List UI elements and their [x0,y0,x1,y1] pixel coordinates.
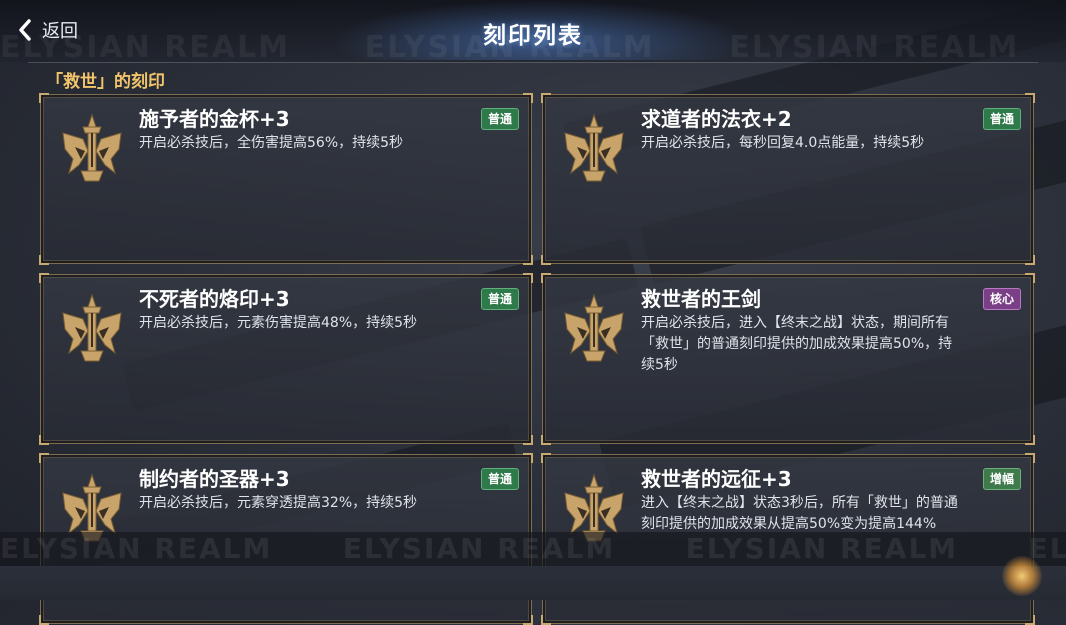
sword-crest-icon [557,111,631,187]
card-corner-ornament [39,453,49,463]
description-line: 开启必杀技后，元素穿透提高32%，持续5秒 [139,495,418,511]
engraving-card[interactable]: 不死者的烙印+3 开启必杀技后，元素伤害提高48%，持续5秒 普通 [39,273,533,445]
card-corner-ornament [1025,453,1035,463]
engraving-card[interactable]: 求道者的法衣+2 开启必杀技后，每秒回复4.0点能量，持续5秒 普通 [541,93,1035,265]
description-line: 开启必杀技后，元素伤害提高48%，持续5秒 [139,315,418,331]
engraving-card[interactable]: 救世者的王剑 开启必杀技后，进入【终末之战】状态，期间所有 「救世」的普通刻印提供的… [541,273,1035,445]
card-corner-ornament [541,453,551,463]
card-corner-ornament [39,435,49,445]
sword-crest-icon [557,291,631,367]
description-line: 进入【终末之战】状态3秒后，所有「救世」的普通 [641,495,958,511]
card-corner-ornament [541,435,551,445]
rarity-badge: 普通 [982,108,1021,130]
engraving-name: 施予者的金杯+3 [139,107,290,131]
engraving-description: 开启必杀技后，元素伤害提高48%，持续5秒 [139,313,509,334]
rarity-badge: 增幅 [982,468,1021,490]
section-title: 「救世」的刻印 [46,72,165,92]
card-corner-ornament [1025,255,1035,265]
description-line: 续5秒 [641,357,678,373]
card-corner-ornament [1025,93,1035,103]
engraving-description: 开启必杀技后，元素穿透提高32%，持续5秒 [139,493,509,514]
rarity-badge: 核心 [982,288,1021,310]
sword-crest-icon [55,291,129,367]
bottom-watermark-strip: ELYSIAN REALM ELYSIAN REALM ELYSIAN REAL… [0,532,1066,566]
description-line: 开启必杀技后，全伤害提高56%，持续5秒 [139,135,404,151]
card-corner-ornament [541,273,551,283]
description-line: 开启必杀技后，每秒回复4.0点能量，持续5秒 [641,135,925,151]
engraving-name: 不死者的烙印+3 [139,287,290,311]
card-corner-ornament [523,273,533,283]
card-corner-ornament [523,453,533,463]
engraving-name: 制约者的圣器+3 [139,467,290,491]
header-divider [28,62,1038,63]
card-corner-ornament [39,93,49,103]
engraving-name: 救世者的远征+3 [641,467,792,491]
card-corner-ornament [523,615,533,625]
engraving-description: 进入【终末之战】状态3秒后，所有「救世」的普通 刻印提供的加成效果从提高50%变为… [641,493,1011,535]
card-corner-ornament [523,93,533,103]
engraving-description: 开启必杀技后，全伤害提高56%，持续5秒 [139,133,509,154]
engraving-name: 救世者的王剑 [641,287,761,311]
engraving-name: 求道者的法衣+2 [641,107,792,131]
card-corner-ornament [39,273,49,283]
card-corner-ornament [523,255,533,265]
description-line: 开启必杀技后，进入【终末之战】状态，期间所有 [641,315,949,331]
engraving-description: 开启必杀技后，进入【终末之战】状态，期间所有 「救世」的普通刻印提供的加成效果提高… [641,313,1011,376]
card-corner-ornament [1025,615,1035,625]
card-corner-ornament [1025,273,1035,283]
engraving-card[interactable]: 施予者的金杯+3 开启必杀技后，全伤害提高56%，持续5秒 普通 [39,93,533,265]
card-corner-ornament [39,615,49,625]
bottom-band [0,566,1066,600]
rarity-badge: 普通 [480,108,519,130]
card-corner-ornament [523,435,533,445]
page-title: 刻印列表 [483,23,583,49]
engraving-description: 开启必杀技后，每秒回复4.0点能量，持续5秒 [641,133,1011,154]
card-corner-ornament [541,93,551,103]
card-corner-ornament [39,255,49,265]
rarity-badge: 普通 [480,468,519,490]
card-corner-ornament [1025,435,1035,445]
rarity-badge: 普通 [480,288,519,310]
sword-crest-icon [55,111,129,187]
card-corner-ornament [541,255,551,265]
watermark-bottom: ELYSIAN REALM ELYSIAN REALM ELYSIAN REAL… [0,532,1066,565]
description-line: 「救世」的普通刻印提供的加成效果提高50%，持 [641,336,953,352]
card-corner-ornament [541,615,551,625]
light-glow [1002,556,1042,596]
